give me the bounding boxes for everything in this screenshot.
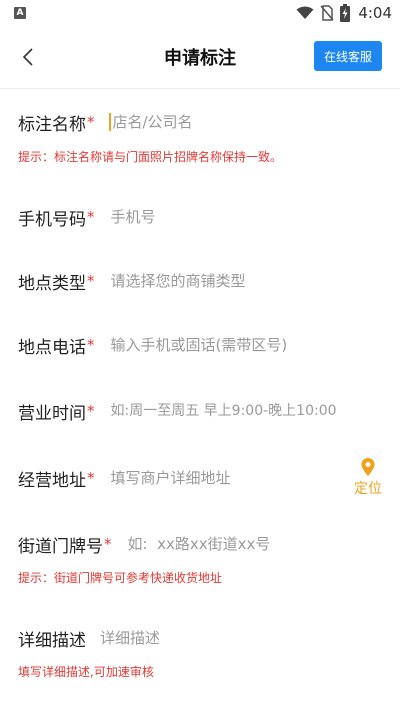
type-row[interactable]: 地点类型 * <box>18 268 382 294</box>
hours-row: 营业时间 * <box>18 398 382 424</box>
required-mark: * <box>87 208 95 226</box>
location-pin-icon <box>361 458 375 476</box>
battery-charging-icon <box>340 4 351 22</box>
wifi-icon <box>296 6 314 19</box>
address-row: 经营地址 * <box>18 465 320 491</box>
locate-button[interactable]: 定位 <box>354 458 382 498</box>
page-title: 申请标注 <box>164 48 236 69</box>
phone-label: 手机号码 <box>18 209 86 230</box>
status-bar: A 4:04 <box>0 0 400 26</box>
description-row: 详细描述 <box>18 625 382 651</box>
name-row: 标注名称 * <box>18 109 382 135</box>
description-hint: 填写详细描述,可加速审核 <box>18 665 154 679</box>
phone-row: 手机号码 * <box>18 204 382 230</box>
required-mark: * <box>87 402 95 420</box>
tel-row: 地点电话 * <box>18 332 382 358</box>
tel-input[interactable] <box>110 336 382 354</box>
name-hint: 提示：标注名称请与门面照片招牌名称保持一致。 <box>18 150 283 164</box>
online-service-button[interactable]: 在线客服 <box>313 41 382 71</box>
app-notification-icon: A <box>14 7 26 19</box>
name-input[interactable] <box>108 113 382 131</box>
tel-label: 地点电话 <box>18 337 86 358</box>
chevron-left-icon <box>22 48 33 66</box>
required-mark: * <box>87 469 95 487</box>
street-input[interactable] <box>127 535 382 553</box>
required-mark: * <box>87 336 95 354</box>
hours-input[interactable] <box>110 403 382 419</box>
required-mark: * <box>87 113 95 131</box>
status-time: 4:04 <box>358 4 392 22</box>
nav-header: 申请标注 在线客服 <box>0 26 400 89</box>
address-label: 经营地址 <box>18 470 86 491</box>
no-sim-icon <box>320 5 334 21</box>
address-input[interactable] <box>110 469 320 487</box>
type-label: 地点类型 <box>18 273 86 294</box>
street-label: 街道门牌号 <box>18 536 103 557</box>
type-select[interactable] <box>110 272 382 290</box>
hours-label: 营业时间 <box>18 403 86 424</box>
phone-input[interactable] <box>110 208 382 226</box>
description-label: 详细描述 <box>18 630 86 651</box>
back-button[interactable] <box>16 44 40 70</box>
name-label: 标注名称 <box>18 114 86 135</box>
required-mark: * <box>104 535 112 553</box>
street-row: 街道门牌号 * <box>18 531 382 557</box>
description-input[interactable] <box>100 629 382 647</box>
street-hint: 提示：街道门牌号可参考快递收货地址 <box>18 571 223 585</box>
required-mark: * <box>87 272 95 290</box>
locate-label: 定位 <box>354 481 382 497</box>
